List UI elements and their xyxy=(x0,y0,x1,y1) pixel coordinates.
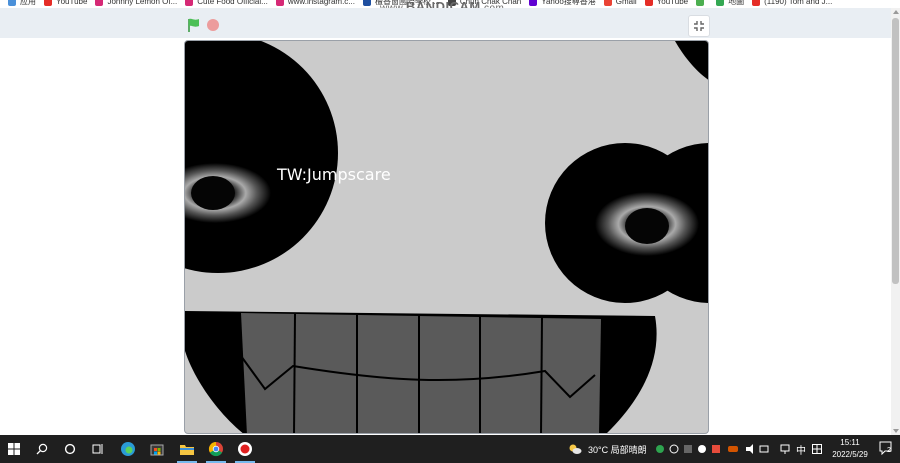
stage-header xyxy=(0,8,900,38)
green-flag-icon[interactable] xyxy=(187,18,201,32)
scroll-down-arrow-icon[interactable] xyxy=(893,429,899,433)
windows-taskbar: 30°C 局部晴朗 中 15:11 2022/5/29 2 xyxy=(0,435,900,463)
edge-browser-icon xyxy=(121,442,135,456)
bookmark-item[interactable]: www.instagram.c... xyxy=(275,0,355,6)
tray-misc[interactable]: 中 xyxy=(780,435,822,463)
page-scrollbar[interactable] xyxy=(891,8,900,435)
bookmark-item[interactable]: 应用 xyxy=(8,0,36,6)
clock-date: 2022/5/29 xyxy=(832,450,868,459)
corner-shape xyxy=(675,41,708,80)
taskbar-store[interactable] xyxy=(147,439,167,459)
bookmark-favicon-icon xyxy=(95,0,104,6)
cortana-button[interactable] xyxy=(60,439,80,459)
project-stage[interactable]: TW:Jumpscare xyxy=(184,40,709,434)
notification-center-button[interactable]: 2 xyxy=(879,441,893,456)
tray-app-icons xyxy=(656,444,769,454)
bookmark-favicon-icon xyxy=(644,0,653,6)
record-icon xyxy=(238,442,252,456)
search-icon xyxy=(36,443,48,455)
scroll-up-arrow-icon[interactable] xyxy=(893,10,899,14)
bookmark-item[interactable]: Cute Food Official... xyxy=(185,0,268,6)
folder-icon xyxy=(180,445,194,455)
bookmark-favicon-icon xyxy=(362,0,371,6)
bookmark-item[interactable]: (1190) Tom and J... xyxy=(752,0,832,6)
notification-count: 2 xyxy=(887,447,891,454)
bookmark-favicon-icon xyxy=(8,0,16,6)
bookmark-favicon-icon xyxy=(44,0,52,6)
search-button[interactable] xyxy=(32,439,52,459)
bookmark-favicon-icon xyxy=(603,0,612,6)
ime-indicator[interactable]: 中 xyxy=(796,442,806,457)
bookmark-favicon-icon xyxy=(752,0,761,6)
bookmark-label: (1190) Tom and J... xyxy=(764,0,833,6)
scroll-thumb[interactable] xyxy=(892,18,899,284)
bookmark-label: 应用 xyxy=(20,0,36,6)
bookmark-item[interactable]: Yahoo搜尋香港 xyxy=(529,0,596,6)
bookmark-label: Johnny Lemon Of... xyxy=(107,0,178,6)
task-view-button[interactable] xyxy=(88,439,108,459)
bookmark-favicon-icon xyxy=(185,0,194,6)
bookmark-label: www.instagram.c... xyxy=(287,0,355,6)
windows-logo-icon xyxy=(8,443,20,455)
taskbar-edge[interactable] xyxy=(118,439,138,459)
bookmark-item[interactable]: Johnny Lemon Of... xyxy=(95,0,177,6)
bookmark-item[interactable]: Gmail xyxy=(603,0,637,6)
network-icon xyxy=(780,444,790,454)
weather-widget[interactable]: 30°C 局部晴朗 xyxy=(568,435,647,463)
bookmark-label: Cute Food Official... xyxy=(197,0,268,6)
bookmark-favicon-icon xyxy=(275,0,284,6)
microsoft-store-icon xyxy=(150,444,164,456)
bookmark-item[interactable]: YouTube xyxy=(44,0,87,6)
partly-sunny-icon xyxy=(569,444,582,454)
keyboard-icon xyxy=(812,444,822,454)
left-eye-socket xyxy=(185,41,338,273)
fullscreen-button[interactable] xyxy=(688,15,710,37)
taskbar-file-explorer[interactable] xyxy=(177,439,197,459)
system-tray-icons[interactable] xyxy=(656,435,776,463)
jumpscare-face-drawing xyxy=(185,41,708,433)
start-button[interactable] xyxy=(4,439,24,459)
task-view-icon xyxy=(92,444,103,454)
stop-button[interactable] xyxy=(207,19,219,31)
bookmark-favicon-icon xyxy=(696,0,705,6)
clock-time: 15:11 xyxy=(840,438,860,447)
jumpscare-warning-text: TW:Jumpscare xyxy=(277,165,391,184)
bookmark-label: 地圖 xyxy=(728,0,745,6)
chrome-icon xyxy=(208,441,223,457)
bookmark-favicon-icon xyxy=(529,0,538,6)
bookmark-label: Yahoo搜尋香港 xyxy=(541,0,596,6)
bookmark-label: YouTube xyxy=(656,0,689,6)
bookmark-favicon-icon xyxy=(716,0,725,6)
taskbar-clock[interactable]: 15:11 2022/5/29 xyxy=(826,437,874,461)
exit-fullscreen-icon xyxy=(694,21,704,31)
taskbar-bandicam[interactable] xyxy=(235,439,255,459)
taskbar-chrome[interactable] xyxy=(206,439,226,459)
bookmark-label: YouTube xyxy=(56,0,88,6)
bookmark-item[interactable] xyxy=(696,0,708,6)
bookmark-label: Gmail xyxy=(615,0,637,6)
bookmark-item[interactable]: 地圖 xyxy=(716,0,744,6)
bookmark-item[interactable]: YouTube xyxy=(644,0,689,6)
cortana-circle-icon xyxy=(64,443,76,455)
